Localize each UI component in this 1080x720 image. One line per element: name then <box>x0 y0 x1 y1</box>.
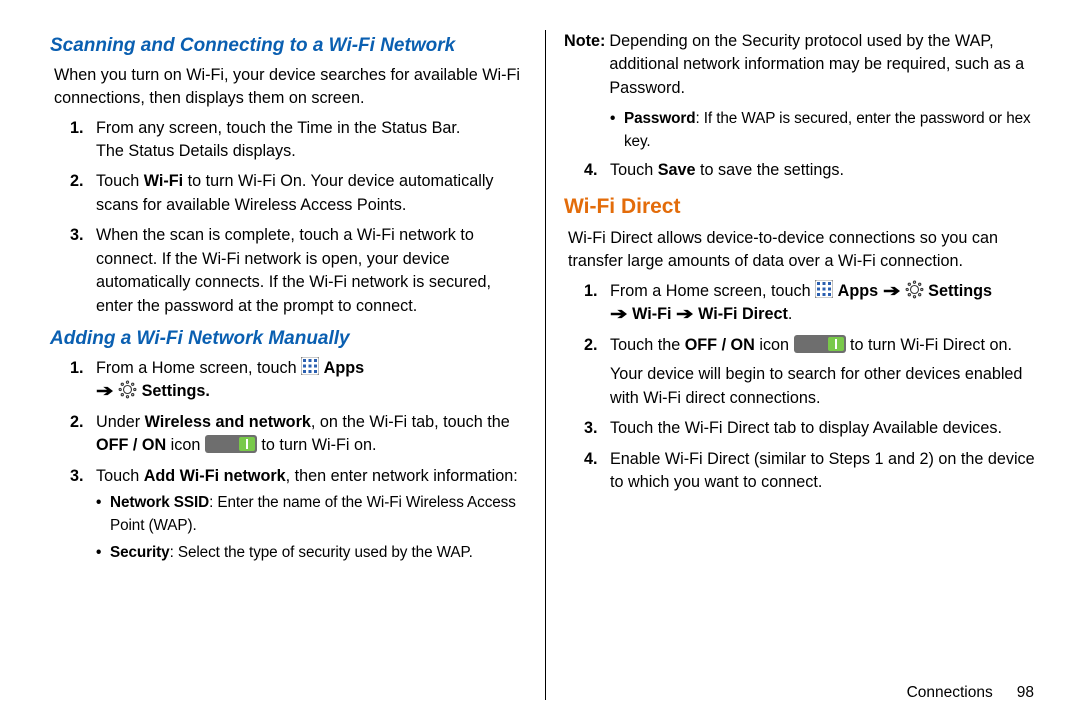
m3-c: , then enter network information: <box>286 467 518 485</box>
steps-wifi-direct: 1. From a Home screen, touch Apps ➔ Sett… <box>564 280 1040 495</box>
sub-bullets-manual: Network SSID: Enter the name of the Wi-F… <box>96 492 527 564</box>
m2-c: , on the Wi-Fi tab, touch the <box>311 413 510 431</box>
intro-wifi-direct: Wi-Fi Direct allows device-to-device con… <box>568 227 1040 274</box>
s4-b: Save <box>658 161 696 179</box>
settings-icon <box>118 380 137 399</box>
d1-a: From a Home screen, touch <box>610 282 815 300</box>
settings-icon <box>905 280 924 299</box>
page-number: 98 <box>1017 684 1034 701</box>
d1-wfd-label: Wi-Fi Direct <box>698 305 788 323</box>
toggle-icon <box>794 335 846 353</box>
dstep-3: 3. Touch the Wi-Fi Direct tab to display… <box>564 417 1040 440</box>
step-2-wifi: Wi-Fi <box>144 172 183 190</box>
d2-d: to turn Wi-Fi Direct on. <box>850 336 1012 354</box>
apps-icon <box>815 280 833 298</box>
d2-c: icon <box>755 336 794 354</box>
arrow-icon: ➔ <box>96 380 114 403</box>
step-3-text: When the scan is complete, touch a Wi-Fi… <box>96 226 491 314</box>
left-column: Scanning and Connecting to a Wi-Fi Netwo… <box>50 30 545 700</box>
mstep-1: 1. From a Home screen, touch Apps ➔ Sett… <box>50 357 527 404</box>
m3-a: Touch <box>96 467 144 485</box>
section-label: Connections <box>907 684 993 701</box>
intro-paragraph: When you turn on Wi-Fi, your device sear… <box>54 64 527 111</box>
dstep-4: 4. Enable Wi-Fi Direct (similar to Steps… <box>564 448 1040 495</box>
heading-wifi-direct: Wi-Fi Direct <box>564 192 1040 222</box>
sb-ssid: Network SSID: Enter the name of the Wi-F… <box>96 492 527 536</box>
steps-scanning: 1. From any screen, touch the Time in th… <box>50 117 527 319</box>
m2-b: Wireless and network <box>145 413 311 431</box>
d3-text: Touch the Wi-Fi Direct tab to display Av… <box>610 419 1002 437</box>
steps-manual: 1. From a Home screen, touch Apps ➔ Sett… <box>50 357 527 564</box>
sb-security: Security: Select the type of security us… <box>96 542 527 564</box>
d1-apps-label: Apps <box>838 282 883 300</box>
right-column: Note: Depending on the Security protocol… <box>545 30 1040 700</box>
sub-bullets-password: Password: If the WAP is secured, enter t… <box>610 108 1040 152</box>
sb-password: Password: If the WAP is secured, enter t… <box>610 108 1040 152</box>
mstep-3: 3. Touch Add Wi-Fi network, then enter n… <box>50 465 527 564</box>
dstep-2: 2. Touch the OFF / ON icon to turn Wi-Fi… <box>564 334 1040 410</box>
m1-a: From a Home screen, touch <box>96 359 301 377</box>
page-footer: Connections 98 <box>907 684 1034 702</box>
m1-apps-label: Apps <box>324 359 364 377</box>
d2-b: OFF / ON <box>685 336 755 354</box>
d2-e: Your device will begin to search for oth… <box>610 363 1040 410</box>
steps-save: 4. Touch Save to save the settings. <box>564 159 1040 182</box>
toggle-icon <box>205 435 257 453</box>
note-body: Depending on the Security protocol used … <box>609 30 1040 100</box>
m2-f: to turn Wi-Fi on. <box>261 436 376 454</box>
arrow-icon: ➔ <box>676 303 694 326</box>
m1-settings-label: Settings. <box>142 382 210 400</box>
step-1: 1. From any screen, touch the Time in th… <box>50 117 527 164</box>
arrow-icon: ➔ <box>883 280 901 303</box>
m3-b: Add Wi-Fi network <box>144 467 286 485</box>
d1-wifi-label: Wi-Fi <box>632 305 676 323</box>
arrow-icon: ➔ <box>610 303 628 326</box>
step-3: 3. When the scan is complete, touch a Wi… <box>50 224 527 318</box>
step-save: 4. Touch Save to save the settings. <box>564 159 1040 182</box>
heading-scanning: Scanning and Connecting to a Wi-Fi Netwo… <box>50 32 527 60</box>
heading-adding-manually: Adding a Wi-Fi Network Manually <box>50 325 527 353</box>
d2-a: Touch the <box>610 336 685 354</box>
dstep-1: 1. From a Home screen, touch Apps ➔ Sett… <box>564 280 1040 327</box>
note-block: Note: Depending on the Security protocol… <box>564 30 1040 100</box>
m2-a: Under <box>96 413 145 431</box>
s4-c: to save the settings. <box>696 161 844 179</box>
d4-text: Enable Wi-Fi Direct (similar to Steps 1 … <box>610 450 1035 491</box>
step-1-text-a: From any screen, touch the Time in the S… <box>96 119 460 137</box>
mstep-2: 2. Under Wireless and network, on the Wi… <box>50 411 527 458</box>
step-2-a: Touch <box>96 172 144 190</box>
step-2: 2. Touch Wi-Fi to turn Wi-Fi On. Your de… <box>50 170 527 217</box>
note-label: Note: <box>564 30 605 100</box>
step-1-text-b: The Status Details displays. <box>96 142 296 160</box>
apps-icon <box>301 357 319 375</box>
s4-a: Touch <box>610 161 658 179</box>
m2-d: OFF / ON <box>96 436 166 454</box>
d1-settings-label: Settings <box>928 282 992 300</box>
m2-e: icon <box>166 436 205 454</box>
